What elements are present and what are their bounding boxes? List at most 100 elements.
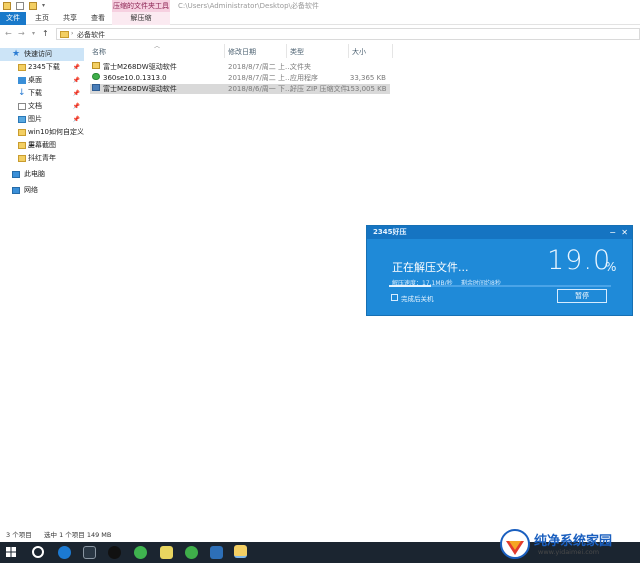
zip-archive-icon — [92, 84, 100, 91]
back-arrow-icon[interactable]: ← — [5, 29, 12, 38]
shutdown-checkbox[interactable] — [391, 294, 398, 301]
item-count: 3 个项目 — [6, 531, 32, 539]
application-icon — [92, 73, 100, 80]
up-arrow-icon[interactable]: ↑ — [42, 29, 49, 38]
quick-access-dropdown-icon[interactable]: ▾ — [42, 2, 45, 9]
app-icon[interactable] — [210, 546, 223, 559]
folder-icon[interactable] — [3, 2, 11, 10]
progress-percent: 19.0 — [547, 245, 612, 276]
dialog-title: 2345好压 — [373, 228, 407, 236]
title-bar: ▾ 压缩的文件夹工具 C:\Users\Administrator\Deskto… — [0, 0, 640, 12]
recent-dropdown-icon[interactable]: ▾ — [32, 30, 35, 37]
computer-icon — [12, 171, 20, 178]
extract-status-text: 正在解压文件... — [392, 261, 469, 274]
sidebar-item-label: 网络 — [24, 186, 38, 194]
windows-start-icon[interactable] — [6, 547, 16, 557]
chevron-right-icon: › — [71, 30, 74, 37]
file-size: 153,005 KB — [346, 85, 387, 93]
extract-progress-dialog: 2345好压 − ✕ 正在解压文件... 19.0 % 解压速度：17.1MB/… — [366, 225, 633, 316]
task-view-icon[interactable] — [83, 546, 96, 559]
watermark-url: www.yidaimei.com — [538, 548, 600, 556]
column-separator[interactable] — [392, 44, 393, 58]
sidebar-item-quick-access[interactable]: ★ 快速访问 — [0, 48, 84, 61]
forward-arrow-icon[interactable]: → — [18, 29, 25, 38]
tab-extract[interactable]: 解压缩 — [112, 12, 170, 25]
sidebar-item-label: 2345下载 — [28, 63, 60, 71]
sidebar-item-label: 图片 — [28, 115, 42, 123]
ribbon: 文件 主页 共享 查看 解压缩 — [0, 12, 640, 25]
window-path-title: C:\Users\Administrator\Desktop\必备软件 — [178, 2, 319, 10]
close-icon[interactable]: ✕ — [621, 226, 628, 239]
qq-icon[interactable] — [108, 546, 121, 559]
column-header-name[interactable]: 名称 — [92, 46, 106, 58]
tab-home[interactable]: 主页 — [30, 12, 54, 25]
table-row[interactable]: 360se10.0.1313.0 2018/8/7/周二 上... 应用程序 3… — [90, 73, 390, 83]
file-date: 2018/8/6/周一 下... — [228, 85, 292, 93]
tab-share[interactable]: 共享 — [58, 12, 82, 25]
pin-icon: 📌 — [72, 90, 80, 97]
search-icon[interactable] — [32, 546, 44, 558]
column-header-size[interactable]: 大小 — [352, 46, 366, 58]
shutdown-checkbox-label[interactable]: 完成后关机 — [401, 293, 434, 303]
sidebar-item-documents[interactable]: 文档 📌 — [0, 100, 84, 113]
star-icon: ★ — [12, 49, 21, 59]
sidebar-item-desktop[interactable]: 桌面 📌 — [0, 74, 84, 87]
sidebar-item-douhong[interactable]: 抖红青年 — [0, 152, 84, 165]
column-header-date[interactable]: 修改日期 — [228, 46, 256, 58]
pin-icon: 📌 — [72, 103, 80, 110]
column-separator[interactable] — [224, 44, 225, 58]
sidebar-item-pictures[interactable]: 图片 📌 — [0, 113, 84, 126]
ie-browser-icon[interactable] — [58, 546, 71, 559]
address-row: ← → ▾ ↑ › 必备软件 — [0, 26, 640, 42]
folder-icon — [18, 155, 26, 162]
folder-icon — [18, 142, 26, 149]
file-type: 应用程序 — [290, 74, 318, 82]
folder-icon — [18, 64, 26, 71]
download-manager-icon[interactable] — [185, 546, 198, 559]
selection-info: 选中 1 个项目 149 MB — [44, 531, 112, 539]
file-manager-icon[interactable] — [160, 546, 173, 559]
column-separator[interactable] — [348, 44, 349, 58]
file-name: 360se10.0.1313.0 — [103, 74, 167, 82]
sidebar-item-2345-download[interactable]: 2345下载 📌 — [0, 61, 84, 74]
file-name: 富士M268DW驱动软件 — [103, 85, 177, 93]
context-tool-header: 压缩的文件夹工具 — [112, 0, 170, 12]
sidebar-item-label: 此电脑 — [24, 170, 45, 178]
sidebar-item-network[interactable]: 网络 — [0, 184, 84, 197]
pin-icon: 📌 — [72, 64, 80, 71]
pin-icon: 📌 — [72, 77, 80, 84]
properties-icon[interactable] — [16, 2, 24, 10]
progress-bar — [389, 285, 611, 287]
column-header-type[interactable]: 类型 — [290, 46, 304, 58]
sidebar-item-label: 下载 — [28, 89, 42, 97]
folder-icon — [60, 31, 69, 38]
address-path: 必备软件 — [77, 31, 105, 39]
percent-sign: % — [605, 260, 617, 274]
table-row[interactable]: 富士M268DW驱动软件 2018/8/6/周一 下... 好压 ZIP 压缩文… — [90, 84, 390, 94]
watermark-emblem-icon — [500, 529, 530, 559]
file-date: 2018/8/7/周二 上... — [228, 63, 292, 71]
sidebar-item-this-pc[interactable]: 此电脑 — [0, 168, 84, 181]
sidebar-item-win10[interactable]: win10如何自定义主 — [0, 126, 84, 149]
sidebar-item-label: 桌面 — [28, 76, 42, 84]
address-bar[interactable]: › 必备软件 — [56, 28, 640, 40]
new-folder-icon[interactable] — [29, 2, 37, 10]
tab-view[interactable]: 查看 — [86, 12, 110, 25]
folder-icon — [92, 62, 100, 69]
wechat-icon[interactable] — [134, 546, 147, 559]
sidebar-item-downloads[interactable]: ↓ 下载 📌 — [0, 87, 84, 100]
file-type: 好压 ZIP 压缩文件 — [290, 85, 348, 93]
network-icon — [12, 187, 20, 194]
pause-button[interactable]: 暂停 — [557, 289, 607, 303]
sidebar-item-screenshots[interactable]: 屏幕截图 — [0, 139, 84, 152]
column-separator[interactable] — [286, 44, 287, 58]
minimize-icon[interactable]: − — [609, 226, 616, 239]
tab-file[interactable]: 文件 — [0, 12, 26, 25]
sort-indicator-icon: ︿ — [154, 43, 161, 50]
file-type: 文件夹 — [290, 63, 311, 71]
file-name: 富士M268DW驱动软件 — [103, 63, 177, 71]
table-row[interactable]: 富士M268DW驱动软件 2018/8/7/周二 上... 文件夹 — [90, 62, 390, 72]
explorer-icon[interactable] — [234, 545, 247, 558]
navigation-pane: ★ 快速访问 2345下载 📌 桌面 📌 ↓ 下载 📌 文档 📌 图片 📌 wi… — [0, 44, 84, 528]
desktop-icon — [18, 77, 26, 84]
